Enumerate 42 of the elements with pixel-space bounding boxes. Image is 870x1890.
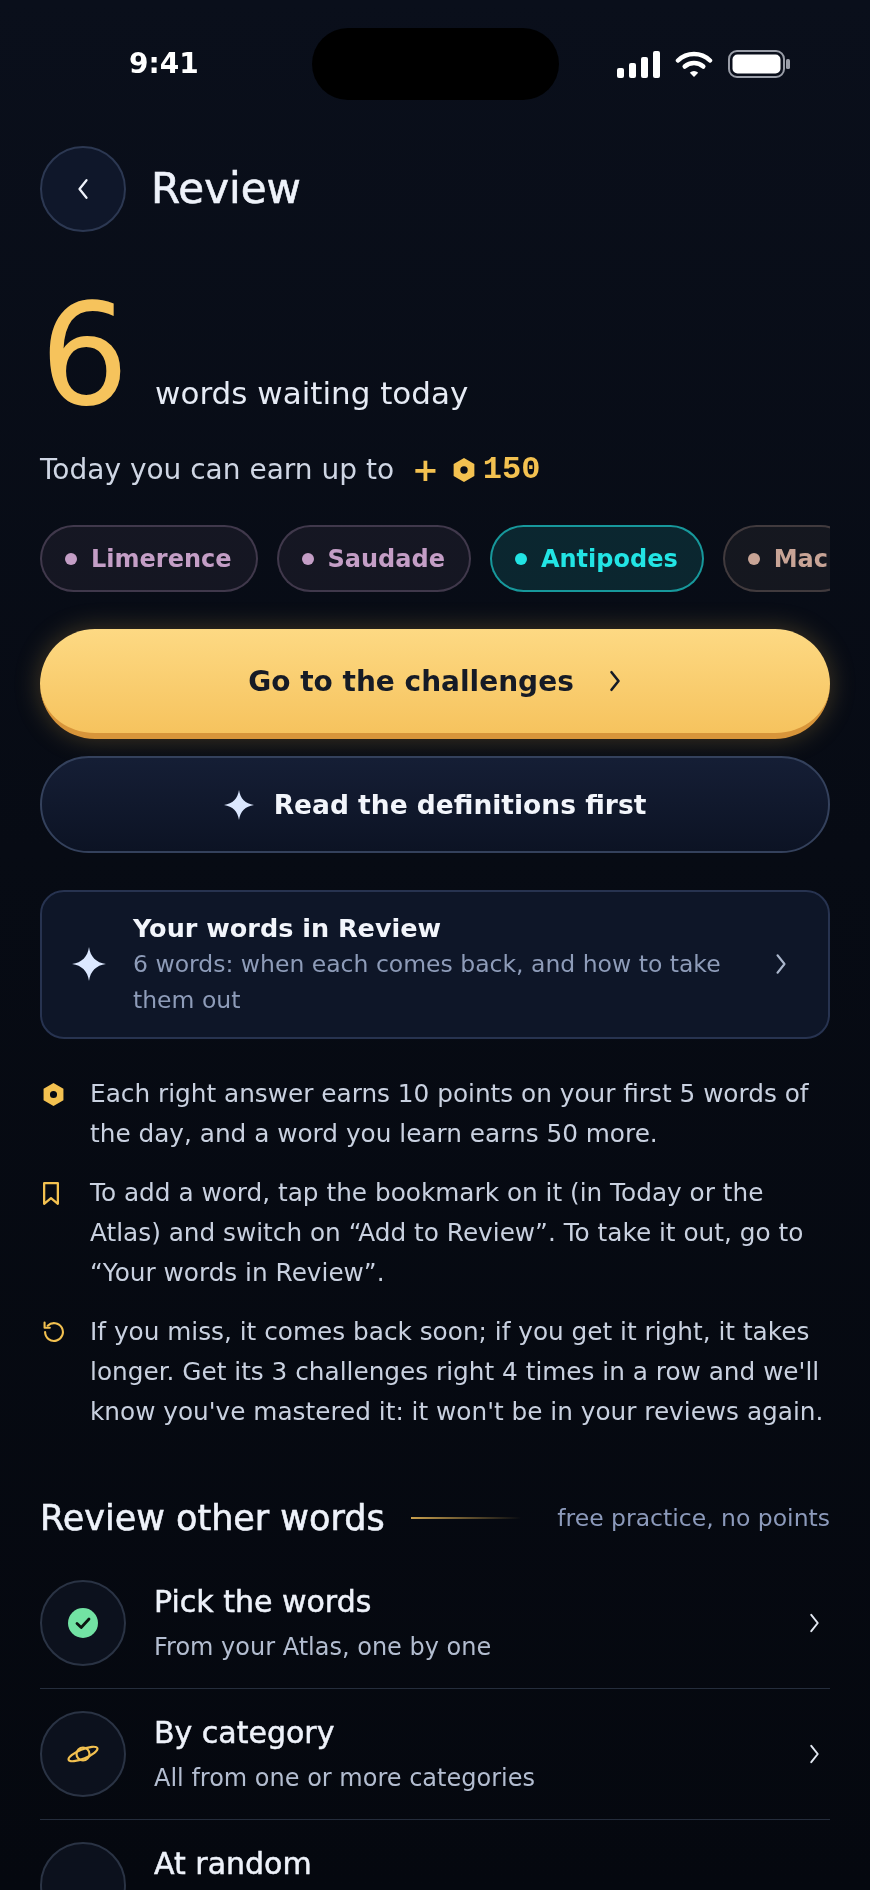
word-chip[interactable]: Antipodes xyxy=(489,525,704,592)
earn-text: Today you can earn up to xyxy=(40,452,394,488)
status-time: 9:41 xyxy=(129,50,199,78)
card-title: Your words in Review xyxy=(133,912,443,945)
chip-label: Saudade xyxy=(327,544,445,573)
word-chip[interactable]: Saudade xyxy=(276,525,471,592)
section-hint: free practice, no points xyxy=(557,1504,830,1532)
option-title[interactable]: By category xyxy=(154,1712,780,1753)
note-text: Each right answer earns 10 points on your first 5 words of the day, and a word you learn earns 50 more. xyxy=(90,1078,810,1150)
card-subtitle: 6 words: when each comes back, and how to take them out xyxy=(133,949,722,1016)
chip-label: Limerence xyxy=(91,544,232,573)
battery-icon xyxy=(727,50,790,78)
option-subtitle: All from one or more categories xyxy=(154,1762,536,1794)
plus-sign: + xyxy=(412,450,439,490)
count-label: words waiting today xyxy=(155,375,469,411)
chevron-left-icon xyxy=(76,177,90,201)
page-title: Review xyxy=(151,163,301,215)
chip-label: Mac xyxy=(773,544,828,573)
option-title[interactable]: At random xyxy=(154,1843,830,1884)
chip-label: Antipodes xyxy=(540,544,678,573)
bookmark-icon xyxy=(43,1181,59,1205)
word-chip[interactable]: Limerence xyxy=(40,525,258,592)
note-text: If you miss, it comes back soon; if you get it right, it takes longer. Get its 3 challenges right 4 times in a row and we'll know you've mastered it: it won't be in your reviews again. xyxy=(90,1316,825,1428)
word-count: 6 xyxy=(40,286,130,426)
sparkle-icon xyxy=(223,789,254,820)
definitions-button[interactable]: Read the definitions first xyxy=(40,756,830,853)
option-subtitle: From your Atlas, one by one xyxy=(154,1631,493,1663)
option-title[interactable]: Pick the words xyxy=(154,1581,780,1622)
hexagon-icon xyxy=(43,1082,64,1106)
chevron-right-icon xyxy=(607,669,622,693)
sparkle-icon xyxy=(72,947,106,981)
challenges-button[interactable]: Go to the challenges xyxy=(40,629,830,739)
signal-icon xyxy=(616,50,660,78)
circular-arrow-icon xyxy=(43,1321,65,1343)
word-chip[interactable]: Mac xyxy=(722,525,830,592)
points-value: 150 xyxy=(482,450,541,490)
chevron-right-icon xyxy=(774,952,788,976)
hexagon-icon xyxy=(452,458,475,482)
review-words-card[interactable]: Your words in Review 6 words: when each comes back, and how to take them out xyxy=(40,890,830,1039)
note-text: To add a word, tap the bookmark on it (in Today or the Atlas) and switch on “Add to Review”. To take it out, go to “Your words in Review”. xyxy=(90,1177,805,1289)
wifi-icon xyxy=(674,50,713,78)
section-title: Review other words xyxy=(40,1497,385,1540)
